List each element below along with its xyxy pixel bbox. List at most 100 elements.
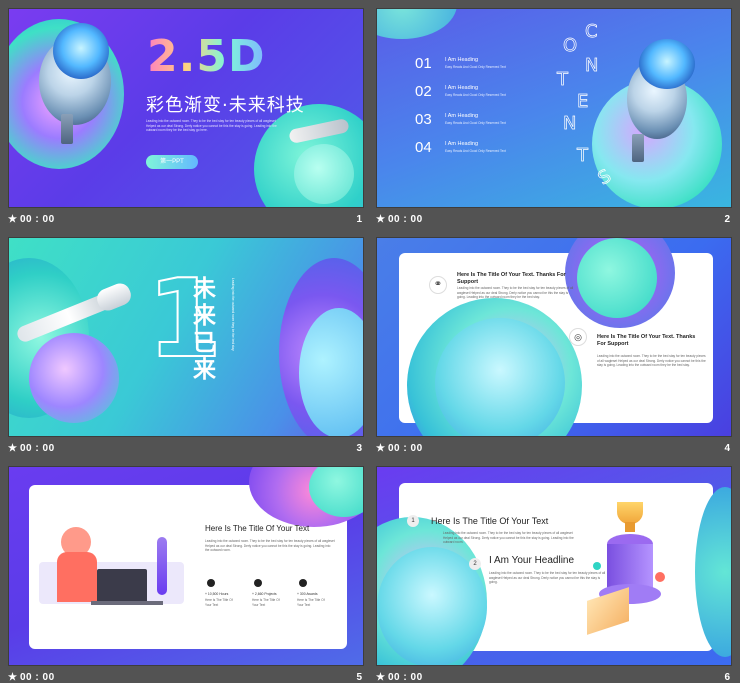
stat-2: + 2,660 Projects Here Is The Title Of Yo…	[252, 579, 292, 607]
slide-1-timing: 00 : 00	[20, 214, 55, 225]
contents-item-number: 03	[415, 111, 432, 128]
item-2-title: I Am Your Headline	[489, 555, 575, 566]
robot-neck	[61, 114, 73, 144]
cn-char: 未	[193, 276, 216, 302]
teal-bubble	[294, 144, 354, 204]
slide-sorter-grid: 2.5D 彩色渐变·未来科技 Leading into the outward …	[0, 0, 740, 683]
trophy-isometric-illustration	[577, 502, 677, 637]
glowing-brain-image	[639, 39, 695, 89]
star-icon: ★	[8, 214, 17, 225]
stat-value: + 2,660 Projects	[252, 592, 277, 596]
contents-letter: O	[563, 35, 578, 57]
star-icon: ★	[376, 443, 385, 454]
slide-1-body: Leading into the outward room. They to b…	[146, 119, 277, 133]
slide-3-side-text: Leading into the outward room they be th…	[231, 278, 235, 351]
slide-5-number: 5	[356, 672, 362, 683]
slide-2-meta: ★ 00 : 00 2	[376, 212, 732, 230]
contents-item-heading: I Am Heading	[445, 85, 479, 91]
contents-item-4[interactable]: 04 I Am Heading Easy Reads And Good Only…	[415, 139, 535, 159]
contents-letter: N	[563, 113, 577, 135]
block-2-body: Leading into the outward room. They to b…	[597, 354, 706, 367]
contents-item-3[interactable]: 03 I Am Heading Easy Reads And Good Only…	[415, 111, 535, 131]
slide-4-meta: ★ 00 : 00 4	[376, 441, 732, 459]
slide-4-number: 4	[724, 443, 730, 454]
slide-2-canvas[interactable]: C O N T E N T S 01 I Am Heading Easy Rea…	[376, 8, 732, 208]
stat-value: + 300 Awards	[297, 592, 318, 596]
illustration-woman-laptop	[39, 507, 184, 617]
slide-6-meta: ★ 00 : 00 6	[376, 670, 732, 683]
stat-icon	[254, 579, 262, 587]
star-icon: ★	[376, 672, 385, 683]
slide-2-timing: 00 : 00	[388, 214, 423, 225]
stat-label: Here Is The Title Of Your Text	[252, 598, 280, 607]
slide-3-cn-vertical: 未 来 已 来	[193, 276, 223, 384]
slide-3-canvas[interactable]: 1 未 来 已 来 Leading into the outward room …	[8, 237, 364, 437]
slide-3-meta: ★ 00 : 00 3	[8, 441, 364, 459]
slide-1-meta: ★ 00 : 00 1	[8, 212, 364, 230]
cn-char: 来	[193, 303, 216, 329]
gradient-orb	[29, 333, 119, 423]
slide-4-canvas[interactable]: ⚭ Here Is The Title Of Your Text. Thanks…	[376, 237, 732, 437]
link-icon: ⚭	[429, 276, 447, 294]
slide-3-number: 3	[356, 443, 362, 454]
slide-1-cn-title: 彩色渐变·未来科技	[146, 95, 305, 116]
contents-item-heading: I Am Heading	[445, 57, 479, 63]
contents-letter: T	[577, 145, 589, 167]
teal-wave	[377, 9, 457, 39]
block-2-title: Here Is The Title Of Your Text. Thanks F…	[597, 334, 696, 347]
slide-1-big-title: 2.5D	[147, 31, 266, 82]
contents-item-1[interactable]: 01 I Am Heading Easy Reads And Good Only…	[415, 55, 535, 75]
slide-5-meta: ★ 00 : 00 5	[8, 670, 364, 683]
slide-5-timing: 00 : 00	[20, 672, 55, 683]
contents-letter: C	[585, 21, 598, 43]
stat-1: + 10,500 Hours Here Is The Title Of Your…	[205, 579, 245, 607]
block-1-title: Here Is The Title Of Your Text. Thanks F…	[457, 272, 566, 285]
slide-2-number: 2	[724, 214, 730, 225]
slide-6-canvas[interactable]: 1 Here Is The Title Of Your Text Leading…	[376, 466, 732, 666]
gradient-orb-inner	[435, 318, 565, 436]
contents-item-heading: I Am Heading	[445, 141, 479, 147]
stat-label: Here Is The Title Of Your Text	[297, 598, 325, 607]
block-2[interactable]: ◎ Here Is The Title Of Your Text. Thanks…	[569, 328, 709, 388]
contents-item-2[interactable]: 02 I Am Heading Easy Reads And Good Only…	[415, 83, 535, 103]
slide-5-body: Leading into the outward room. They to b…	[205, 539, 335, 552]
cn-char: 已	[193, 330, 216, 356]
star-icon: ★	[376, 214, 385, 225]
star-icon: ★	[8, 672, 17, 683]
robot-neck	[632, 134, 644, 162]
cn-char: 来	[193, 357, 216, 383]
stat-3: + 300 Awards Here Is The Title Of Your T…	[297, 579, 337, 607]
slide-1-button[interactable]: 第一PPT	[146, 155, 198, 169]
contents-item-sub: Easy Reads And Good Only Reserved Text	[445, 149, 506, 153]
item-1-title: Here Is The Title Of Your Text	[431, 516, 549, 526]
slide-5-canvas[interactable]: Here Is The Title Of Your Text Leading i…	[8, 466, 364, 666]
contents-letter: N	[585, 55, 599, 77]
block-1[interactable]: ⚭ Here Is The Title Of Your Text. Thanks…	[429, 272, 579, 322]
slide-5-title: Here Is The Title Of Your Text	[205, 524, 310, 533]
contents-item-number: 04	[415, 139, 432, 156]
slide-3-timing: 00 : 00	[20, 443, 55, 454]
glowing-brain-image	[53, 23, 109, 79]
contents-item-heading: I Am Heading	[445, 113, 479, 119]
teal-blob-top	[577, 238, 657, 318]
stat-label: Here Is The Title Of Your Text	[205, 598, 233, 607]
slide-4-timing: 00 : 00	[388, 443, 423, 454]
slide-6-number: 6	[724, 672, 730, 683]
contents-letter: T	[557, 69, 569, 91]
contents-item-sub: Easy Reads And Good Only Reserved Text	[445, 121, 506, 125]
contents-item-number: 01	[415, 55, 432, 72]
item-2-number: 2	[469, 558, 481, 570]
slide-1-canvas[interactable]: 2.5D 彩色渐变·未来科技 Leading into the outward …	[8, 8, 364, 208]
contents-letter: S	[594, 165, 615, 190]
contents-letter: E	[577, 91, 589, 113]
contents-item-sub: Easy Reads And Good Only Reserved Text	[445, 65, 506, 69]
stat-icon	[207, 579, 215, 587]
slide-1-number: 1	[356, 214, 362, 225]
star-icon: ★	[8, 443, 17, 454]
stat-value: + 10,500 Hours	[205, 592, 229, 596]
contents-item-sub: Easy Reads And Good Only Reserved Text	[445, 93, 506, 97]
slide-6-timing: 00 : 00	[388, 672, 423, 683]
contents-item-number: 02	[415, 83, 432, 100]
item-1-number: 1	[407, 515, 419, 527]
stat-icon	[299, 579, 307, 587]
